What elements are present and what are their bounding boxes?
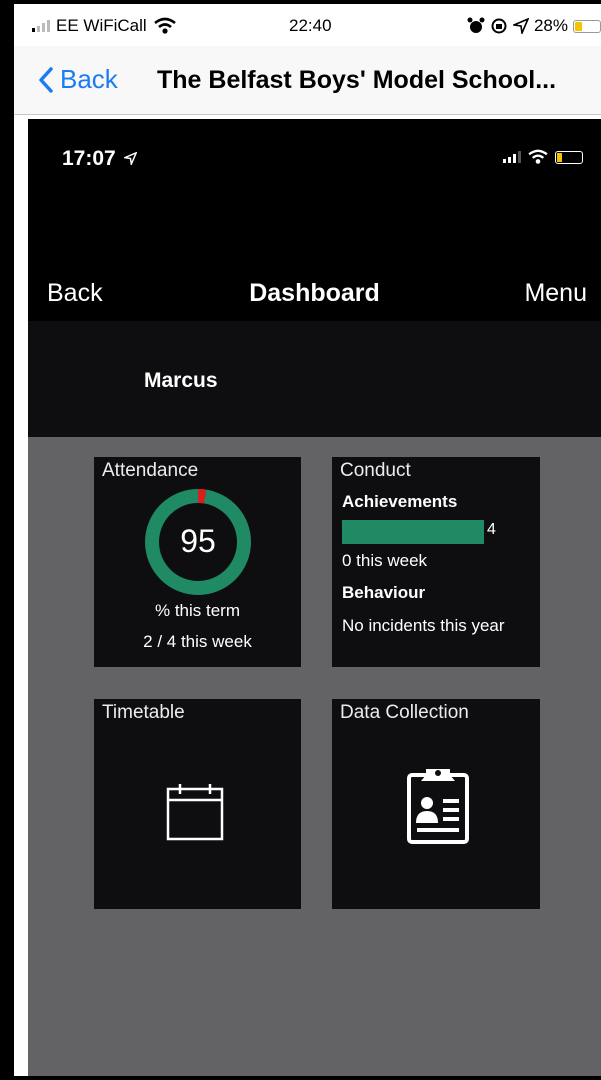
student-band: Marcus xyxy=(28,321,601,437)
location-arrow-icon xyxy=(121,151,138,167)
attendance-value: 95 xyxy=(180,523,216,559)
clipboard-icon xyxy=(407,769,469,844)
screenshot-frame: EE WiFiCall 22:40 28% Back The Belfast B… xyxy=(14,4,601,1076)
chevron-left-icon xyxy=(39,66,53,93)
inner-page-title: Dashboard xyxy=(249,279,380,307)
inner-clock: 17:07 xyxy=(62,147,116,170)
attendance-tile[interactable]: Attendance 95 % this term 2 / 4 this wee… xyxy=(94,457,301,667)
location-arrow-icon xyxy=(512,18,529,34)
student-name: Marcus xyxy=(144,369,218,392)
outer-clock: 22:40 xyxy=(289,16,332,35)
inner-status-bar: 17:07 xyxy=(28,119,601,179)
achievements-count: 4 xyxy=(487,521,496,538)
battery-percent: 28% xyxy=(533,16,568,35)
carrier-label: EE WiFiCall xyxy=(56,16,147,35)
wifi-icon xyxy=(528,149,548,164)
timetable-label: Timetable xyxy=(102,702,185,723)
outer-nav-bar: Back The Belfast Boys' Model School... xyxy=(14,46,601,115)
battery-icon xyxy=(555,150,583,164)
behaviour-heading: Behaviour xyxy=(342,583,426,602)
outer-page-title: The Belfast Boys' Model School... xyxy=(157,66,557,94)
timetable-tile[interactable]: Timetable xyxy=(94,699,301,909)
attendance-week: 2 / 4 this week xyxy=(143,632,252,651)
achievements-heading: Achievements xyxy=(342,492,458,511)
outer-back-label: Back xyxy=(60,64,118,94)
calendar-icon xyxy=(166,784,224,841)
inner-nav-bar: Back Dashboard Menu xyxy=(28,269,601,321)
menu-button[interactable]: Menu xyxy=(524,279,587,308)
outer-back-button[interactable]: Back xyxy=(38,64,118,95)
conduct-label: Conduct xyxy=(340,460,411,481)
behaviour-text: No incidents this year xyxy=(342,616,505,635)
inner-header: 17:07 Back Dashboard Menu xyxy=(28,119,601,321)
data-collection-label: Data Collection xyxy=(340,702,469,723)
battery-icon xyxy=(573,19,601,33)
signal-bars-icon xyxy=(32,20,50,32)
screen-rotation-lock-icon xyxy=(491,18,507,34)
conduct-tile[interactable]: Conduct Achievements 4 0 this week Behav… xyxy=(332,457,540,667)
attendance-label: Attendance xyxy=(102,460,199,481)
data-collection-tile[interactable]: Data Collection xyxy=(332,699,540,909)
embedded-app-screen: 17:07 Back Dashboard Menu Marcus Attenda… xyxy=(28,119,601,1076)
wifi-icon xyxy=(153,17,176,34)
attendance-subtitle: % this term xyxy=(154,601,241,620)
achievements-bar xyxy=(342,520,484,544)
alarm-icon xyxy=(467,17,485,33)
achievements-week: 0 this week xyxy=(342,551,428,570)
outer-status-bar: EE WiFiCall 22:40 28% xyxy=(14,4,601,46)
signal-bars-icon xyxy=(503,151,521,163)
